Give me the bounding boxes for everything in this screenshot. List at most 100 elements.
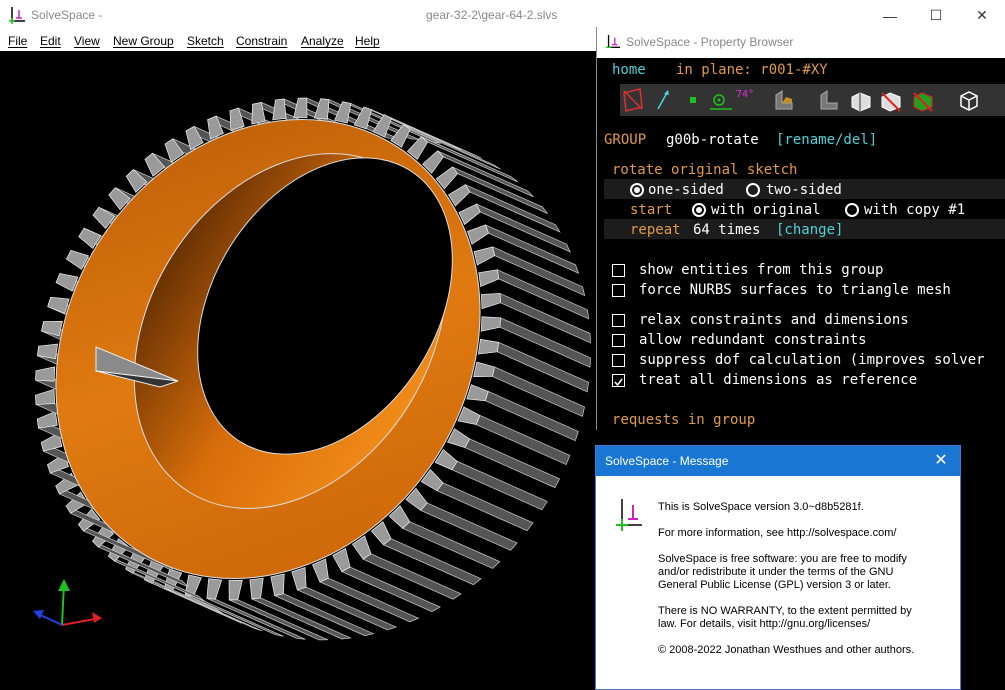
warranty-line-2: law. For details, visit http://gnu.org/l… [658,618,871,630]
menu-constrain[interactable]: Constrain [236,34,287,48]
angle-toggle-icon[interactable]: 74° [736,89,754,100]
gear-tooth [41,321,63,337]
option-label[interactable]: show entities from this group [639,262,883,278]
requests-label: requests in group [612,412,756,428]
property-browser-window: SolveSpace - Property Browser home in pl… [596,27,1005,430]
gear-tooth [36,410,58,429]
gear-tooth [467,224,489,245]
relax-constraints-checkbox[interactable] [612,314,625,327]
app-title: SolveSpace - [31,8,103,22]
file-title: gear-32-2\gear-64-2.slvs [426,8,558,22]
suppress-dof-checkbox[interactable] [612,354,625,367]
menu-file[interactable]: File [8,34,27,48]
with-original-radio[interactable] [692,203,706,217]
treat-reference-checkbox[interactable] [612,374,625,387]
menu-analyze[interactable]: Analyze [301,34,344,48]
shaded-toggle-icon[interactable] [815,87,841,113]
gear-tooth [291,567,307,591]
gear-tooth [473,361,495,377]
constraints-toggle-icon[interactable] [708,87,734,113]
gear-tooth [293,97,308,119]
gear-tooth [272,98,287,121]
solvespace-logo-icon [616,499,642,531]
menu-edit[interactable]: Edit [40,34,61,48]
repeat-label: repeat [630,222,681,238]
gear-tooth [313,98,330,120]
faces-toggle-icon[interactable] [770,87,796,113]
info-text: For more information, see http://solvesp… [658,527,897,539]
with-copy-label[interactable]: with copy #1 [864,202,965,218]
allow-redundant-checkbox[interactable] [612,334,625,347]
change-link[interactable]: [change] [776,222,843,238]
option-label[interactable]: treat all dimensions as reference [639,372,917,388]
solvespace-logo-icon [9,7,25,24]
menu-sketch[interactable]: Sketch [187,34,224,48]
copyright-text: © 2008-2022 Jonathan Westhues and other … [658,644,915,656]
checkmark-icon [614,378,623,387]
message-title-bar: SolveSpace - Message ✕ [596,446,960,476]
with-original-label[interactable]: with original [711,202,821,218]
gear-tooth [457,406,481,425]
gear-tooth-side [499,292,591,344]
two-sided-label[interactable]: two-sided [766,182,842,198]
gear-tooth [478,269,500,288]
outlines-toggle-icon[interactable] [878,87,904,113]
gear-tooth [35,388,55,405]
option-label[interactable]: relax constraints and dimensions [639,312,909,328]
gear-tooth [466,384,489,402]
workplane-toggle-icon[interactable] [620,87,646,113]
gear-tooth [37,343,58,360]
warranty-line-1: There is NO WARRANTY, to the extent perm… [658,605,912,617]
option-label[interactable]: suppress dof calculation (improves solve… [639,352,985,368]
menu-help[interactable]: Help [355,34,380,48]
solvespace-main-window: SolveSpace - gear-32-2\gear-64-2.slvs — … [0,0,1005,690]
license-line-3: General Public License (GPL) version 3 o… [658,579,891,591]
gear-tooth [480,316,501,332]
operation-label: rotate original sketch [612,162,798,178]
gear-tooth [458,203,481,226]
normals-toggle-icon[interactable] [650,87,676,113]
gear-tooth [481,293,501,310]
message-close-button[interactable]: ✕ [930,450,952,472]
gear-tooth [206,578,223,600]
nav-plane: in plane: r001-#XY [676,62,828,78]
license-line-2: and/or redistribute it under the terms o… [658,566,894,578]
force-nurbs-checkbox[interactable] [612,284,625,297]
gear-tooth [372,114,393,138]
two-sided-radio[interactable] [746,183,760,197]
display-toolbar: 74° [620,84,1005,116]
start-label: start [630,202,673,218]
gear-tooth-side [499,317,591,368]
rename-del-link[interactable]: [rename/del] [776,132,877,148]
points-toggle-icon[interactable] [680,87,706,113]
one-sided-radio[interactable] [630,183,644,197]
mesh-toggle-icon[interactable] [910,87,936,113]
group-label: GROUP [604,132,647,148]
show-entities-checkbox[interactable] [612,264,625,277]
gear-tooth [228,579,243,601]
ortho-view-icon[interactable] [956,87,982,113]
gear-tooth-side [341,566,441,612]
property-browser-title: SolveSpace - Property Browser [626,35,794,49]
property-browser-title-bar: SolveSpace - Property Browser [597,27,1005,58]
gear-tooth [249,577,264,600]
solvespace-logo-icon [605,34,621,48]
gear-tooth-side [382,538,482,586]
message-body: This is SolveSpace version 3.0~d8b5281f.… [596,476,960,689]
gear-tooth-side [362,553,462,600]
with-copy-radio[interactable] [845,203,859,217]
gear-tooth [312,558,329,583]
option-label[interactable]: allow redundant constraints [639,332,867,348]
one-sided-label[interactable]: one-sided [648,182,724,198]
repeat-value: 64 times [693,222,761,238]
gear-tooth [270,573,285,597]
axis-triad [33,579,102,626]
message-dialog: SolveSpace - Message ✕ This is SolveSpac… [595,445,961,690]
menu-view[interactable]: View [74,34,100,48]
option-label[interactable]: force NURBS surfaces to triangle mesh [639,282,951,298]
message-title: SolveSpace - Message [605,454,729,468]
gear-tooth [35,366,56,382]
nav-home-link[interactable]: home [612,62,646,78]
edges-toggle-icon[interactable] [848,87,874,113]
menu-new-group[interactable]: New Group [113,34,174,48]
